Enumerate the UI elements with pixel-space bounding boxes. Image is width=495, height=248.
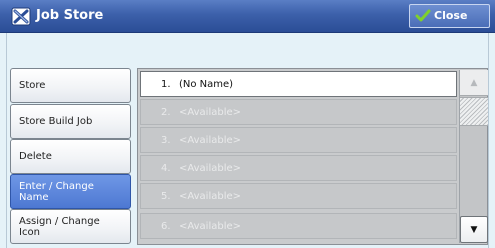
delete-button-label: Delete	[19, 151, 52, 162]
scroll-up-arrow-icon[interactable]: ▲	[460, 70, 488, 96]
job-row-4[interactable]: 4. <Available>	[140, 155, 457, 181]
store-build-job-button[interactable]: Store Build Job	[10, 104, 131, 139]
row-number: 6.	[161, 220, 171, 232]
job-row-5[interactable]: 5. <Available>	[140, 183, 457, 209]
checkmark-icon	[415, 9, 431, 22]
job-row-3[interactable]: 3. <Available>	[140, 127, 457, 153]
row-label: (No Name)	[179, 78, 234, 90]
window-title: Job Store	[36, 8, 104, 23]
store-button-label: Store	[19, 80, 46, 91]
close-button-label: Close	[434, 9, 468, 22]
store-build-job-button-label: Store Build Job	[19, 116, 93, 127]
row-number: 5.	[161, 190, 171, 202]
scroll-thumb[interactable]	[460, 97, 488, 126]
job-store-icon	[11, 7, 31, 26]
row-number: 1.	[161, 78, 171, 90]
row-label: <Available>	[179, 134, 242, 146]
assign-change-icon-button[interactable]: Assign / Change Icon	[10, 209, 131, 244]
job-row-6[interactable]: 6. <Available>	[140, 213, 457, 239]
title-bar: Job Store Close	[0, 0, 495, 33]
row-label: <Available>	[179, 162, 242, 174]
row-number: 2.	[161, 106, 171, 118]
enter-change-name-button-label: Enter / Change Name	[19, 180, 94, 203]
row-number: 3.	[161, 134, 171, 146]
assign-change-icon-button-label: Assign / Change Icon	[19, 215, 100, 238]
store-button[interactable]: Store	[10, 68, 131, 103]
scroll-down-arrow-icon[interactable]: ▼	[460, 216, 488, 243]
job-row-2[interactable]: 2. <Available>	[140, 99, 457, 125]
job-row-1[interactable]: 1. (No Name)	[140, 71, 457, 97]
row-label: <Available>	[179, 190, 242, 202]
row-label: <Available>	[179, 220, 242, 232]
job-list: 1. (No Name) 2. <Available> 3. <Availabl…	[137, 68, 488, 245]
row-label: <Available>	[179, 106, 242, 118]
delete-button[interactable]: Delete	[10, 139, 131, 174]
enter-change-name-button[interactable]: Enter / Change Name	[10, 174, 131, 209]
scrollbar[interactable]: ▲ ▼	[459, 70, 488, 243]
row-number: 4.	[161, 162, 171, 174]
close-button[interactable]: Close	[409, 4, 490, 28]
